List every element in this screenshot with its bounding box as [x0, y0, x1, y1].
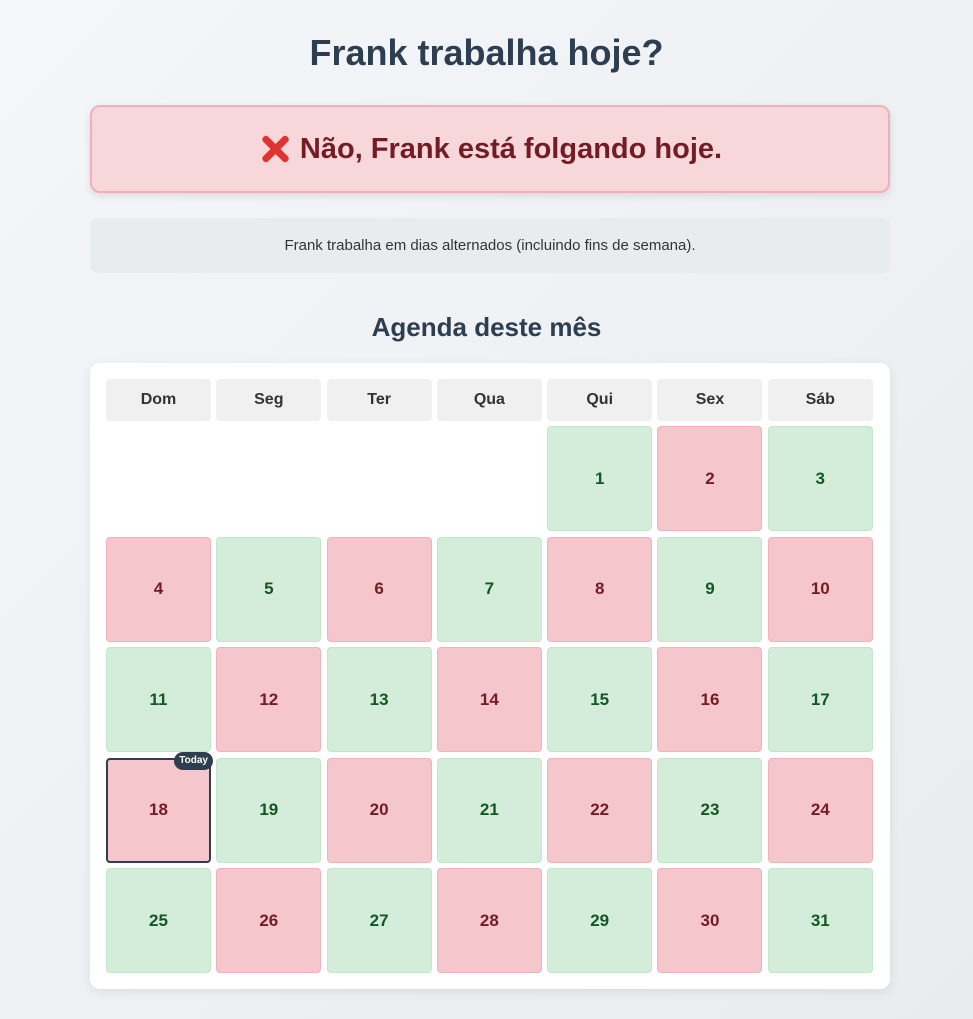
day-cell-20[interactable]: 20 [326, 757, 432, 863]
page-title: Frank trabalha hoje? [309, 32, 664, 73]
day-cell-19[interactable]: 19 [216, 757, 322, 863]
day-cell-17[interactable]: 17 [767, 647, 873, 752]
day-cell-1[interactable]: 1 [547, 426, 653, 531]
empty-day-cell [327, 426, 432, 531]
day-number: 15 [590, 689, 610, 709]
day-cell-11[interactable]: 11 [106, 647, 211, 752]
day-number: 9 [705, 579, 715, 598]
day-number: 1 [594, 468, 605, 488]
day-number: 16 [700, 689, 720, 709]
days-grid: 1 2 3 4 5 6 7 8 9 10 11 12 13 14 15 16 17 18 Today 19 20 21 22… [106, 426, 873, 973]
empty-day-cell [437, 426, 542, 531]
weekday-header-cell: Sex [657, 379, 763, 421]
info-box: Frank trabalha em dias alternados (inclu… [90, 218, 890, 273]
day-cell-15[interactable]: 15 [547, 647, 653, 752]
day-cell-12[interactable]: 12 [216, 647, 322, 752]
weekday-header: Dom Seg Ter Qua Qui Sex Sáb [106, 379, 873, 421]
day-number: 19 [259, 800, 279, 819]
day-number: 25 [149, 910, 168, 930]
day-number: 10 [810, 579, 830, 598]
weekday-header-cell: Qui [547, 379, 653, 421]
day-cell-4[interactable]: 4 [106, 536, 211, 642]
day-cell-5[interactable]: 5 [216, 536, 322, 642]
calendar: Dom Seg Ter Qua Qui Sex Sáb 1 2 3 4 5 6 7 8 9 10 11 12 13 1… [90, 363, 890, 989]
day-cell-22[interactable]: 22 [547, 757, 653, 863]
day-number: 12 [259, 689, 279, 709]
day-number: 14 [479, 689, 499, 709]
day-cell-18[interactable]: 18 Today [106, 751, 213, 863]
day-number: 31 [810, 910, 830, 930]
day-cell-30[interactable]: 30 [657, 868, 763, 973]
day-number: 21 [479, 800, 499, 819]
day-cell-24[interactable]: 24 [767, 757, 873, 863]
day-number: 5 [264, 579, 274, 598]
weekday-header-cell: Dom [106, 379, 211, 421]
day-number: 30 [700, 910, 720, 930]
empty-day-cell [216, 426, 321, 531]
day-cell-6[interactable]: 6 [326, 536, 432, 642]
empty-day-cell [106, 426, 211, 531]
day-number: 17 [810, 689, 830, 709]
today-badge: Today [174, 751, 213, 770]
day-number: 24 [810, 800, 830, 819]
day-number: 3 [815, 468, 826, 488]
day-cell-21[interactable]: 21 [436, 757, 542, 863]
day-number: 13 [369, 689, 389, 709]
day-cell-8[interactable]: 8 [547, 536, 653, 642]
day-number: 6 [374, 579, 384, 598]
day-number: 27 [369, 910, 389, 930]
day-cell-7[interactable]: 7 [436, 536, 542, 642]
day-number: 26 [259, 910, 279, 930]
day-cell-3[interactable]: 3 [767, 426, 873, 531]
schedule-title: Agenda deste mês [371, 312, 602, 342]
day-number: 23 [700, 800, 720, 819]
day-cell-29[interactable]: 29 [547, 868, 653, 973]
status-card: Não, Frank está folgando hoje. [90, 105, 890, 193]
day-cell-25[interactable]: 25 [106, 868, 211, 973]
day-cell-27[interactable]: 27 [326, 868, 432, 973]
info-text: Frank trabalha em dias alternados (inclu… [284, 237, 696, 254]
x-mark-icon [258, 132, 292, 166]
day-number: 11 [149, 689, 168, 709]
day-number: 8 [594, 579, 605, 598]
day-cell-10[interactable]: 10 [767, 536, 873, 642]
day-number: 28 [479, 910, 499, 930]
day-number: 29 [590, 910, 610, 930]
weekday-header-cell: Ter [326, 379, 432, 421]
day-cell-28[interactable]: 28 [436, 868, 542, 973]
status-message: Não, Frank está folgando hoje. [299, 132, 723, 165]
day-cell-23[interactable]: 23 [657, 757, 763, 863]
day-cell-14[interactable]: 14 [436, 647, 542, 752]
day-cell-26[interactable]: 26 [216, 868, 322, 973]
day-number: 20 [369, 800, 389, 819]
day-cell-16[interactable]: 16 [657, 647, 763, 752]
day-cell-31[interactable]: 31 [767, 868, 873, 973]
day-cell-2[interactable]: 2 [657, 426, 763, 531]
day-number: 7 [484, 579, 495, 598]
day-cell-9[interactable]: 9 [657, 536, 763, 642]
weekday-header-cell: Sáb [767, 379, 873, 421]
day-cell-13[interactable]: 13 [326, 647, 432, 752]
day-number: 2 [705, 468, 715, 488]
day-number: 18 [149, 800, 168, 819]
day-number: 4 [153, 579, 164, 598]
weekday-header-cell: Qua [436, 379, 542, 421]
day-number: 22 [590, 800, 610, 819]
weekday-header-cell: Seg [216, 379, 322, 421]
